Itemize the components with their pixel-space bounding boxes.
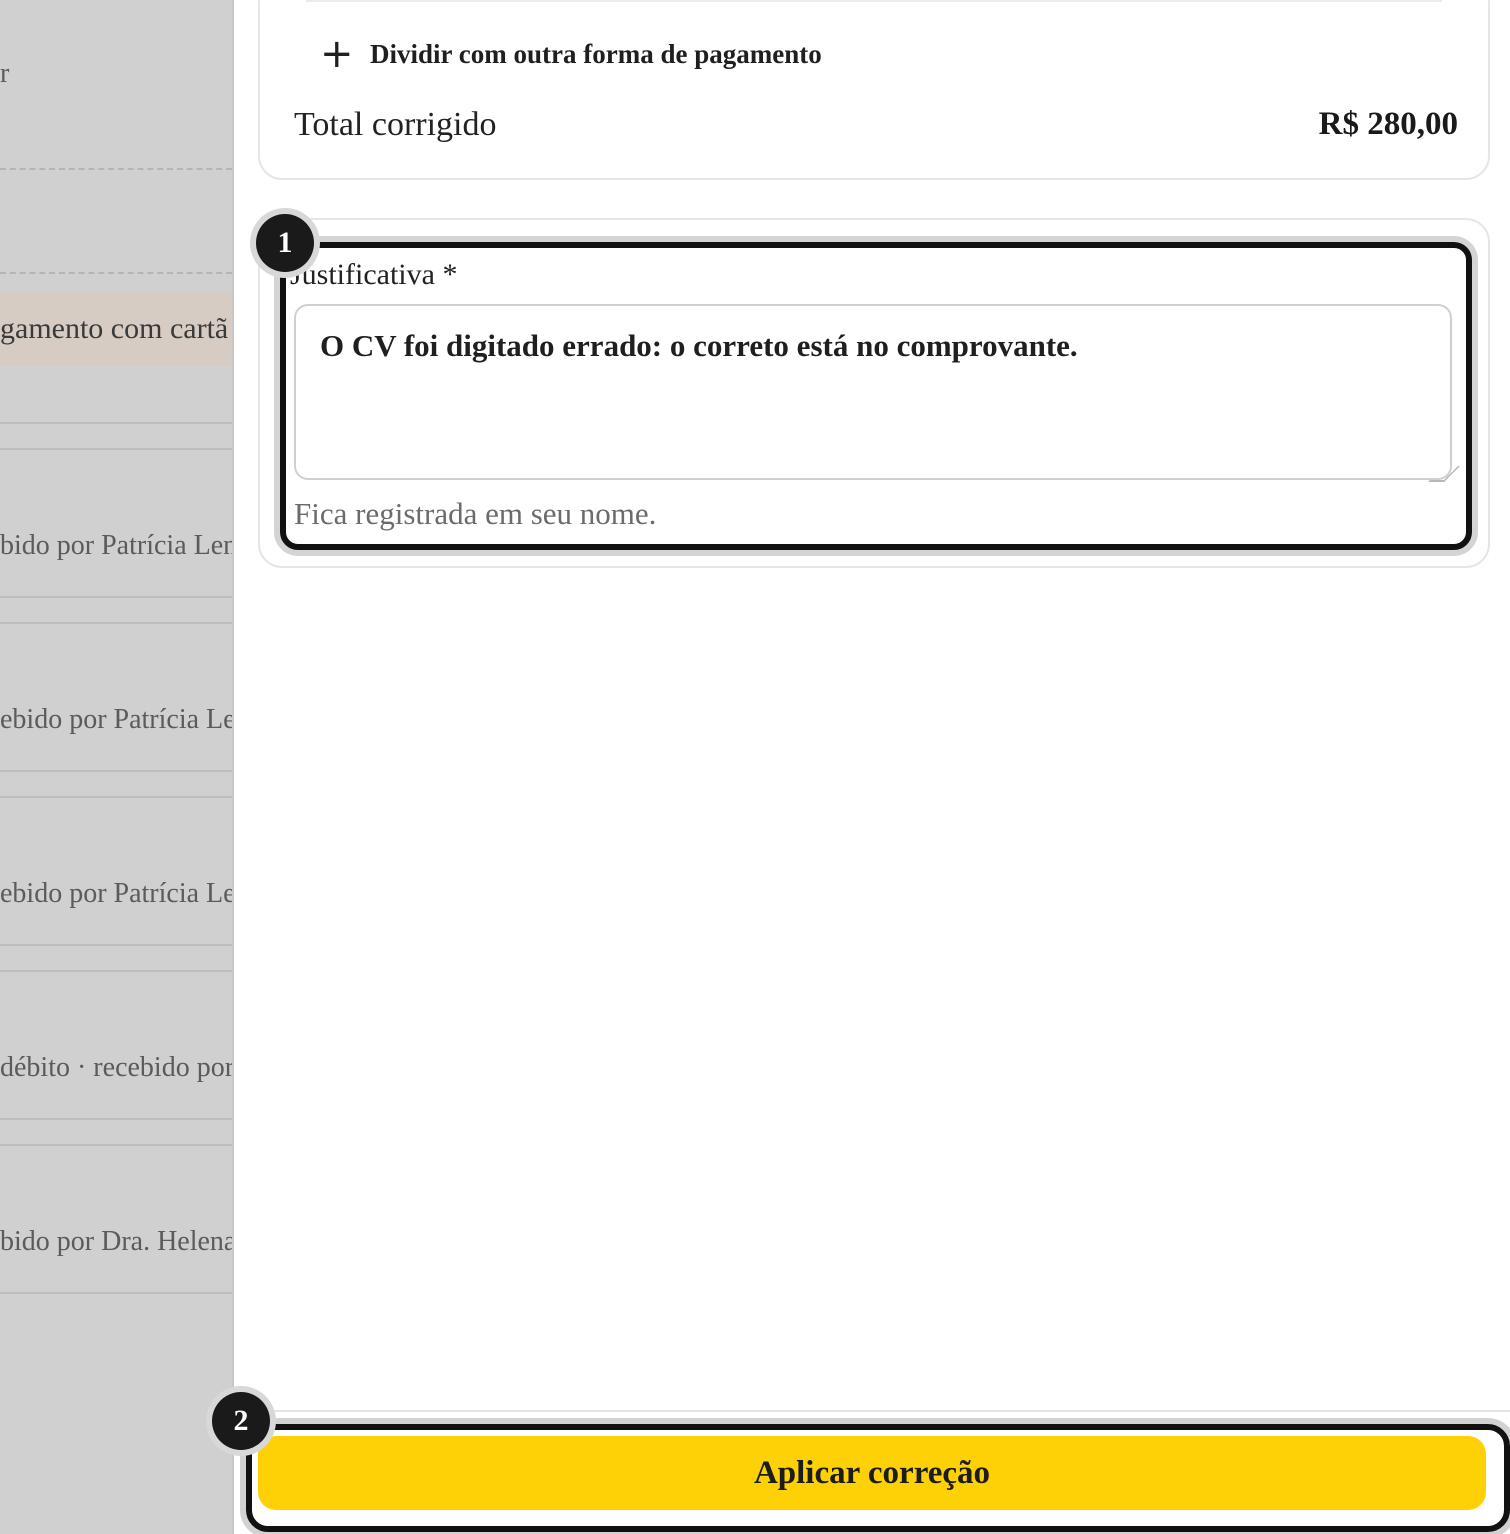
footer-divider <box>234 1410 1510 1412</box>
divider <box>0 970 232 972</box>
apply-correction-button[interactable]: Aplicar correção <box>258 1436 1486 1510</box>
divider <box>0 796 232 798</box>
split-payment-button[interactable]: + Dividir com outra forma de pagamento <box>320 34 822 74</box>
step-badge-1: 1 <box>256 214 314 272</box>
justification-hint: Fica registrada em seu nome. <box>294 496 657 531</box>
divider <box>0 1292 232 1294</box>
divider <box>0 1118 232 1120</box>
background-list: r gamento com cartã bido por Patrícia Le… <box>0 0 232 1534</box>
divider <box>0 168 232 170</box>
payment-summary-card: + Dividir com outra forma de pagamento T… <box>258 0 1490 180</box>
step-badge-2: 2 <box>212 1392 270 1450</box>
list-fragment: ebido por Patrícia Len <box>0 878 232 909</box>
justification-textarea[interactable]: O CV foi digitado errado: o correto está… <box>294 304 1452 480</box>
plus-icon: + <box>320 31 354 77</box>
list-fragment: r <box>0 58 10 89</box>
list-fragment: ebido por Patrícia Len <box>0 704 232 735</box>
total-label: Total corrigido <box>294 106 497 143</box>
correction-drawer: + Dividir com outra forma de pagamento T… <box>212 0 1510 1534</box>
divider <box>306 0 1442 2</box>
divider <box>0 448 232 450</box>
divider <box>0 1144 232 1146</box>
justification-label: Justificativa * <box>290 258 458 291</box>
divider <box>0 944 232 946</box>
divider <box>0 422 232 424</box>
list-fragment: gamento com cartã <box>0 312 229 345</box>
list-fragment: débito · recebido por <box>0 1052 232 1083</box>
list-fragment: bido por Dra. Helena <box>0 1226 232 1257</box>
divider <box>0 622 232 624</box>
list-item-selected: gamento com cartã <box>0 292 232 366</box>
total-value: R$ 280,00 <box>1318 106 1458 142</box>
split-payment-label: Dividir com outra forma de pagamento <box>370 38 822 69</box>
list-fragment: bido por Patrícia Len <box>0 530 232 561</box>
divider <box>0 596 232 598</box>
justification-card: Justificativa * O CV foi digitado errado… <box>256 214 1490 568</box>
divider <box>0 770 232 772</box>
divider <box>0 272 232 274</box>
